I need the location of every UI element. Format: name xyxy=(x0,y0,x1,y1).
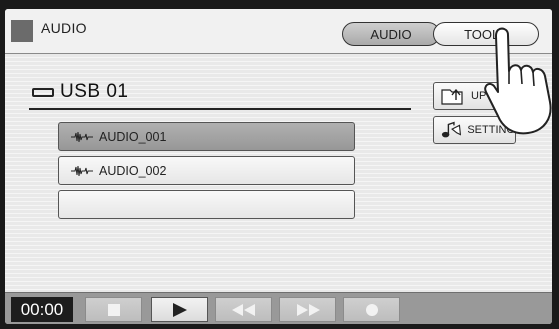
transport-bar: 00:00 xyxy=(5,292,552,324)
waveform-icon xyxy=(71,131,93,142)
play-button[interactable] xyxy=(151,297,208,322)
usb-drive-icon xyxy=(32,87,54,97)
hand-pointer-icon xyxy=(484,27,552,135)
fast-forward-button[interactable] xyxy=(279,297,336,322)
title-bar: AUDIO AUDIO TOOLS xyxy=(5,9,552,54)
file-item-audio-001[interactable]: AUDIO_001 xyxy=(58,122,355,151)
tab-audio[interactable]: AUDIO xyxy=(342,22,440,46)
rewind-icon xyxy=(231,303,255,316)
record-button[interactable] xyxy=(343,297,400,322)
divider xyxy=(29,108,411,110)
stop-button[interactable] xyxy=(85,297,142,322)
file-item-audio-002[interactable]: AUDIO_002 xyxy=(58,156,355,185)
record-icon xyxy=(365,303,378,316)
play-icon xyxy=(172,302,187,317)
screen-icon xyxy=(11,20,33,42)
time-display: 00:00 xyxy=(11,297,73,322)
fast-forward-icon xyxy=(296,303,320,316)
drive-header: USB 01 xyxy=(32,81,128,103)
page-title: AUDIO xyxy=(41,20,87,36)
stop-icon xyxy=(107,303,120,316)
drive-label: USB 01 xyxy=(60,81,129,102)
rewind-button[interactable] xyxy=(215,297,272,322)
folder-up-icon xyxy=(441,88,463,105)
notes-icon xyxy=(441,121,462,138)
device-frame: AUDIO AUDIO TOOLS USB 01 AUDIO_001 AUDIO… xyxy=(0,0,559,329)
lcd-screen: AUDIO AUDIO TOOLS USB 01 AUDIO_001 AUDIO… xyxy=(5,9,552,324)
file-name: AUDIO_001 xyxy=(99,129,167,144)
file-item-empty[interactable] xyxy=(58,190,355,219)
file-name: AUDIO_002 xyxy=(99,163,167,178)
waveform-icon xyxy=(71,165,93,176)
